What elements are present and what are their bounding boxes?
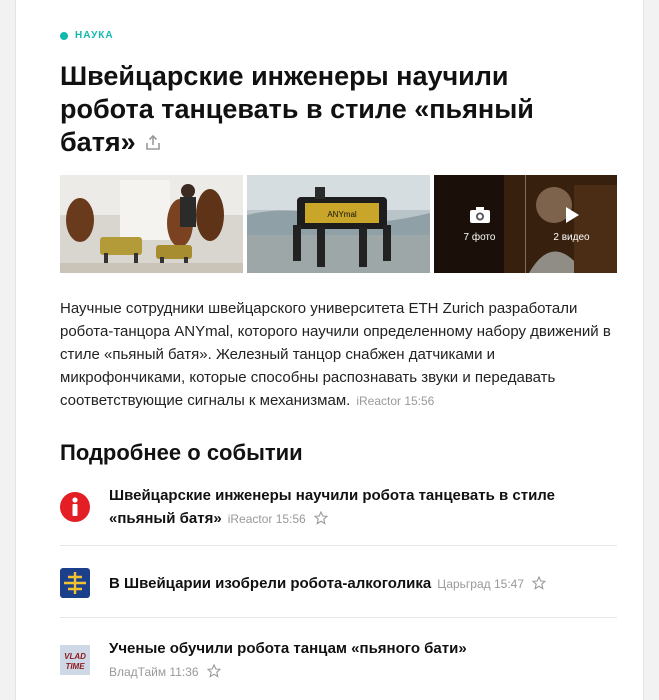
ireactor-logo-icon [60, 492, 90, 527]
share-icon[interactable] [144, 127, 162, 160]
article-lead-text: Научные сотрудники швейцарского универси… [60, 300, 611, 409]
media-overlay: 7 фото 2 видео [434, 175, 617, 273]
photo-anymal-beach: ANYmal [247, 175, 430, 273]
related-item-title[interactable]: Ученые обучили робота танцам «пьяного ба… [109, 640, 467, 657]
related-item-title[interactable]: Швейцарские инженеры научили робота танц… [109, 487, 555, 527]
vladtime-logo-top: VLAD [64, 652, 86, 661]
related-item-source: Царьград 15:47 [437, 577, 525, 591]
article-title: Швейцарские инженеры научили робота танц… [60, 60, 600, 160]
category-dot-icon [60, 31, 68, 40]
anymal-label: ANYmal [327, 210, 357, 219]
related-item-title[interactable]: В Швейцарии изобрели робота-алкоголика [109, 575, 431, 592]
divider [60, 617, 617, 618]
related-item[interactable]: VLAD TIME Ученые обучили робота танцам «п… [60, 637, 617, 687]
vladtime-logo-icon: VLAD TIME [60, 645, 90, 680]
star-icon[interactable] [313, 509, 329, 532]
gallery-photo-anymal-robot[interactable]: ANYmal [247, 175, 430, 273]
star-icon[interactable] [206, 662, 221, 685]
category-tag[interactable]: НАУКА [60, 30, 114, 41]
media-gallery: ANYmal 7 фото 2 видео [60, 175, 617, 273]
article-lead: Научные сотрудники швейцарского универси… [60, 297, 620, 413]
related-item[interactable]: В Швейцарии изобрели робота-алкоголика Ца… [60, 568, 617, 603]
camera-icon [469, 206, 490, 223]
related-item-source: ВладТайм 11:36 [109, 665, 199, 679]
article-source[interactable]: iReactor 15:56 [356, 394, 434, 408]
divider [60, 545, 617, 546]
photo-robots-orchestra [60, 175, 243, 273]
videos-count: 2 видео [553, 231, 590, 243]
vladtime-logo-bottom: TIME [65, 662, 85, 671]
photos-button[interactable]: 7 фото [434, 175, 525, 273]
article-title-text: Швейцарские инженеры научили робота танц… [60, 61, 534, 157]
related-item-source: iReactor 15:56 [227, 512, 306, 526]
tsargrad-logo-icon [60, 568, 90, 603]
gallery-photo-cellists-robots[interactable] [60, 175, 243, 273]
videos-button[interactable]: 2 видео [525, 175, 617, 273]
star-icon[interactable] [531, 574, 547, 597]
play-icon [565, 206, 579, 223]
category-label: НАУКА [75, 30, 114, 41]
gallery-media-summary[interactable]: 7 фото 2 видео [434, 175, 617, 273]
photos-count: 7 фото [463, 231, 496, 243]
related-item[interactable]: Швейцарские инженеры научили робота танц… [60, 484, 617, 536]
related-section-title: Подробнее о событии [60, 440, 303, 465]
article-card: НАУКА Швейцарские инженеры научили робот… [15, 0, 644, 700]
